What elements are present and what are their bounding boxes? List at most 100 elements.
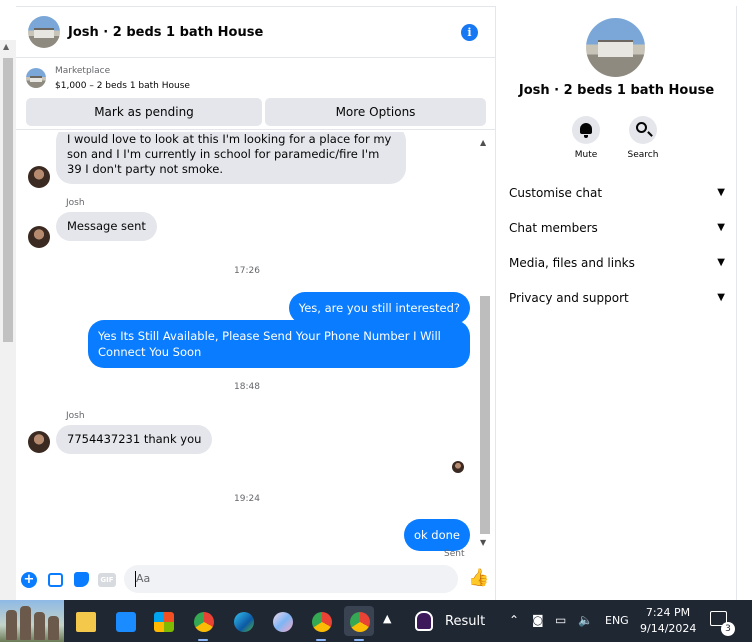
sender-name: Josh <box>66 198 85 208</box>
volume-icon[interactable]: 🔈 <box>578 613 593 627</box>
chevron-down-icon: ▼ <box>717 222 725 233</box>
mail-button[interactable] <box>110 606 140 636</box>
folder-icon <box>76 612 96 632</box>
timestamp: 18:48 <box>234 382 260 392</box>
edge-icon <box>234 612 254 632</box>
message-input[interactable]: Aa ☺ <box>124 565 561 593</box>
bell-icon <box>580 123 592 138</box>
clock-time: 7:24 PM <box>645 606 691 619</box>
moai-icon <box>34 612 45 640</box>
more-options-button[interactable]: More Options <box>265 98 486 126</box>
message-scrollbar-thumb[interactable] <box>480 296 490 534</box>
language-indicator[interactable]: ENG <box>605 614 629 627</box>
sender-avatar[interactable] <box>28 431 50 453</box>
listing-thumbnail[interactable] <box>26 68 46 88</box>
outgoing-message: Yes Its Still Available, Please Send You… <box>88 320 470 368</box>
chrome-button[interactable] <box>188 606 218 641</box>
moai-icon <box>6 610 17 640</box>
chat-title[interactable]: Josh · 2 beds 1 bath House <box>68 25 263 40</box>
edge-button[interactable] <box>228 606 258 636</box>
section-label: Customise chat <box>509 186 603 200</box>
incoming-message: 7754437231 thank you <box>56 425 213 454</box>
section-chat-members[interactable]: Chat members ▼ <box>509 213 725 243</box>
premier-league-icon <box>415 611 433 631</box>
outgoing-message: ok done <box>403 519 470 551</box>
mail-icon <box>116 612 136 632</box>
clock-date: 9/14/2024 <box>640 622 697 635</box>
section-media-files-links[interactable]: Media, files and links ▼ <box>509 248 725 278</box>
chrome-profile-button[interactable] <box>306 606 336 641</box>
sender-avatar[interactable] <box>28 166 50 188</box>
sender-avatar[interactable] <box>28 226 50 248</box>
right-scrollbar[interactable] <box>736 6 752 600</box>
chevron-down-icon: ▼ <box>717 257 725 268</box>
gif-icon[interactable]: GIF <box>98 573 116 587</box>
incoming-message: Message sent <box>56 212 157 241</box>
plus-icon[interactable]: + <box>21 572 37 588</box>
chat-header: Josh · 2 beds 1 bath House i <box>16 6 496 58</box>
details-title: Josh · 2 beds 1 bath House <box>518 83 715 98</box>
chrome-icon <box>194 612 214 632</box>
sticker-icon[interactable] <box>74 572 89 587</box>
news-label: Result <box>445 614 486 629</box>
section-label: Chat members <box>509 221 598 235</box>
moai-icon <box>48 616 59 640</box>
timestamp: 19:24 <box>234 494 260 504</box>
chrome-icon <box>312 612 332 632</box>
chevron-down-icon: ▼ <box>717 292 725 303</box>
listing-summary[interactable]: $1,000 – 2 beds 1 bath House <box>55 81 190 91</box>
mute-button[interactable] <box>572 116 600 144</box>
news-widget[interactable]: Result <box>411 604 506 638</box>
taskbar: ▲ Result ⌃ ◙ ▭ 🔈 ENG 7:24 PM 9/14/2024 3 <box>0 600 752 642</box>
search-action[interactable]: Search <box>613 116 673 160</box>
network-icon[interactable]: ▭ <box>555 613 566 627</box>
tray-chevron-icon[interactable]: ⌃ <box>509 613 519 627</box>
notification-count: 3 <box>721 622 735 636</box>
conversation-details-panel: Josh · 2 beds 1 bath House Mute Search C… <box>497 6 736 600</box>
info-icon[interactable]: i <box>461 24 478 41</box>
section-label: Privacy and support <box>509 291 629 305</box>
section-privacy-support[interactable]: Privacy and support ▼ <box>509 283 725 313</box>
paint-icon <box>273 612 293 632</box>
file-explorer-button[interactable] <box>70 606 100 636</box>
chrome-active-button[interactable] <box>344 606 374 641</box>
page-scrollbar[interactable]: ▲ <box>0 40 16 600</box>
search-button[interactable] <box>629 116 657 144</box>
mark-as-pending-button[interactable]: Mark as pending <box>26 98 262 126</box>
listing-avatar-large[interactable] <box>586 18 645 77</box>
incoming-message: I would love to look at this I'm looking… <box>56 132 406 184</box>
mute-label: Mute <box>574 150 598 160</box>
running-indicator <box>198 639 208 641</box>
page-scrollbar-thumb[interactable] <box>3 58 13 342</box>
scroll-up-icon[interactable]: ▲ <box>3 42 9 51</box>
paint-button[interactable] <box>267 606 297 636</box>
section-customise-chat[interactable]: Customise chat ▼ <box>509 178 725 208</box>
image-icon[interactable] <box>48 573 63 587</box>
mute-action[interactable]: Mute <box>556 116 616 160</box>
message-list: I would love to look at this I'm looking… <box>16 132 478 560</box>
overflow-chevron-icon[interactable]: ▲ <box>383 612 391 625</box>
message-input-placeholder: Aa <box>136 572 151 585</box>
search-label: Search <box>627 150 659 160</box>
chat-panel: Josh · 2 beds 1 bath House i Marketplace… <box>16 6 561 600</box>
moai-icon <box>20 606 31 640</box>
listing-avatar[interactable] <box>28 16 60 48</box>
marketplace-bar: Marketplace $1,000 – 2 beds 1 bath House… <box>16 60 496 130</box>
widgets-button[interactable] <box>0 600 64 642</box>
store-button[interactable] <box>148 606 178 636</box>
screen: ▲ Josh · 2 beds 1 bath House i Marketpla… <box>0 0 752 642</box>
scroll-down-icon[interactable]: ▼ <box>480 538 486 547</box>
scroll-up-icon[interactable]: ▲ <box>480 138 486 147</box>
composer: + GIF Aa ☺ 👍 <box>16 560 561 600</box>
clock[interactable]: 7:24 PM 9/14/2024 <box>640 605 696 637</box>
thumbs-up-icon[interactable]: 👍 <box>468 568 489 588</box>
running-indicator <box>316 639 326 641</box>
search-icon <box>636 122 647 133</box>
chrome-icon <box>350 612 370 632</box>
seen-indicator-avatar <box>452 461 464 473</box>
running-indicator <box>354 639 364 641</box>
camera-icon[interactable]: ◙ <box>532 613 544 627</box>
message-status: Sent <box>444 549 465 559</box>
message-scrollbar[interactable]: ▲ ▼ <box>478 136 492 552</box>
section-label: Media, files and links <box>509 256 635 270</box>
